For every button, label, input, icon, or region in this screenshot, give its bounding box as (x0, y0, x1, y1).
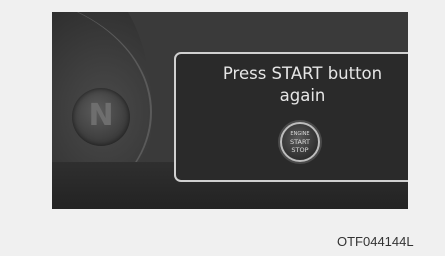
start-button-text-engine: ENGINE (290, 131, 310, 137)
instrument-cluster-display: N Press START button again ENGINE START … (52, 12, 408, 209)
engine-start-stop-button-icon: ENGINE START STOP (280, 122, 320, 162)
figure-code-label: OTF044144L (337, 234, 414, 249)
popup-message-line2: again (279, 86, 326, 105)
warning-popup: Press START button again ENGINE START ST… (174, 52, 408, 182)
start-button-text-stop: STOP (291, 146, 309, 154)
figure-frame: N Press START button again ENGINE START … (0, 0, 445, 256)
popup-message-line1: Press START button (222, 64, 383, 83)
start-button-text-start: START (289, 138, 311, 146)
gear-indicator-letter: N (88, 98, 114, 133)
gear-indicator-dial: N (72, 88, 130, 146)
